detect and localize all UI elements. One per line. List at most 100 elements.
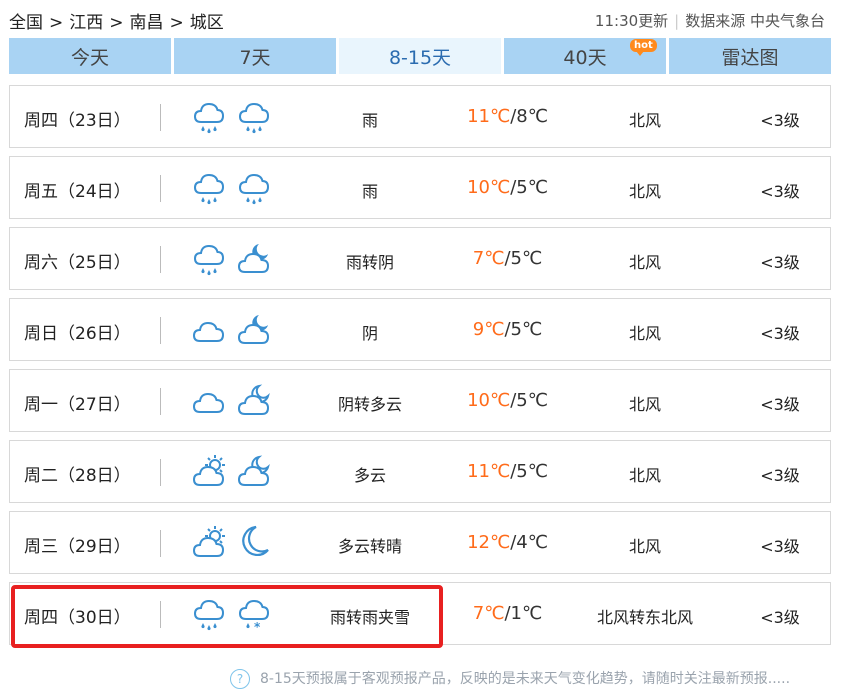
footnote: ? 8-15天预报属于客观预报产品，反映的是未来天气变化趋势，请随时关注最新预报.… bbox=[230, 668, 790, 689]
low-temperature: /8℃ bbox=[510, 106, 548, 127]
sleet-cloud-icon: * bbox=[238, 599, 270, 633]
data-source: 数据来源 中央气象台 bbox=[685, 12, 825, 30]
forecast-wind: 北风转东北风 bbox=[596, 608, 693, 627]
crescent-moon-icon bbox=[242, 525, 269, 557]
partly-cloudy-day-icon bbox=[192, 455, 225, 486]
divider bbox=[160, 317, 161, 344]
low-temperature: /5℃ bbox=[504, 319, 543, 340]
weather-icons bbox=[192, 524, 278, 564]
forecast-row[interactable]: 周一（27日） 阴转多云 10℃/5℃ 北风 <3级 bbox=[9, 369, 831, 432]
divider bbox=[160, 104, 161, 131]
breadcrumb-item-city[interactable]: 南昌 bbox=[130, 13, 164, 33]
rain-cloud-icon bbox=[238, 173, 270, 205]
high-temperature: 9℃ bbox=[472, 319, 505, 340]
rain-cloud-icon bbox=[193, 173, 225, 205]
forecast-row[interactable]: 周三（29日） 多云转晴 12℃/4℃ 北风 <3级 bbox=[9, 511, 831, 574]
forecast-wind-level: <3级 bbox=[760, 253, 800, 272]
forecast-temperature: 10℃/5℃ bbox=[440, 390, 575, 411]
high-temperature: 11℃ bbox=[467, 461, 511, 482]
forecast-wind: 北风 bbox=[628, 182, 661, 201]
weather-icons bbox=[192, 453, 278, 493]
breadcrumb-separator: > bbox=[109, 13, 124, 33]
partly-cloudy-night-icon bbox=[237, 384, 270, 415]
forecast-row[interactable]: 周六（25日） 雨转阴 7℃/5℃ 北风 <3级 bbox=[9, 227, 831, 290]
forecast-wind: 北风 bbox=[628, 111, 661, 130]
weather-icons bbox=[192, 382, 278, 422]
partly-cloudy-night-icon bbox=[237, 455, 270, 486]
forecast-temperature: 11℃/5℃ bbox=[440, 461, 575, 482]
high-temperature: 7℃ bbox=[472, 603, 505, 624]
breadcrumb-item-district: 城区 bbox=[189, 13, 224, 33]
forecast-date: 周二（28日） bbox=[24, 466, 131, 486]
weather-icons bbox=[192, 240, 278, 280]
forecast-row[interactable]: 周四（23日） 雨 11℃/8℃ 北风 <3级 bbox=[9, 85, 831, 148]
low-temperature: /5℃ bbox=[510, 461, 548, 482]
cloud-moon-icon bbox=[237, 315, 270, 344]
tab-7-days[interactable]: 7天 bbox=[174, 38, 336, 74]
tab-40-days[interactable]: 40天 hot bbox=[504, 38, 666, 74]
high-temperature: 7℃ bbox=[472, 248, 505, 269]
update-time: 11:30更新 bbox=[594, 12, 669, 30]
breadcrumb-item-province[interactable]: 江西 bbox=[69, 13, 103, 33]
weather-icons bbox=[192, 98, 278, 138]
tab-today[interactable]: 今天 bbox=[9, 38, 171, 74]
forecast-date: 周六（25日） bbox=[24, 253, 131, 273]
divider: | bbox=[674, 12, 680, 30]
forecast-temperature: 12℃/4℃ bbox=[440, 532, 575, 553]
forecast-list: 周四（23日） 雨 11℃/8℃ 北风 <3级 周五（24日） 雨 10℃/5℃… bbox=[9, 85, 831, 653]
forecast-condition: 阴 bbox=[361, 324, 378, 343]
tab-radar[interactable]: 雷达图 bbox=[669, 38, 831, 74]
forecast-wind-level: <3级 bbox=[760, 395, 800, 414]
forecast-condition: 雨转阴 bbox=[345, 253, 394, 272]
tab-8-15-days[interactable]: 8-15天 bbox=[339, 38, 501, 74]
low-temperature: /4℃ bbox=[510, 532, 548, 553]
question-icon[interactable]: ? bbox=[230, 669, 250, 689]
forecast-wind: 北风 bbox=[628, 324, 661, 343]
forecast-wind: 北风 bbox=[628, 466, 661, 485]
low-temperature: /5℃ bbox=[510, 390, 548, 411]
forecast-temperature: 10℃/5℃ bbox=[440, 177, 575, 198]
cloud-icon bbox=[192, 392, 225, 413]
forecast-temperature: 7℃/1℃ bbox=[440, 603, 575, 624]
forecast-date: 周四（30日） bbox=[24, 608, 131, 628]
forecast-condition: 阴转多云 bbox=[337, 395, 402, 414]
forecast-date: 周日（26日） bbox=[24, 324, 131, 344]
forecast-tabs: 今天 7天 8-15天 40天 hot 雷达图 bbox=[9, 38, 831, 74]
divider bbox=[160, 530, 161, 557]
forecast-condition: 雨转雨夹雪 bbox=[329, 608, 410, 627]
forecast-condition: 雨 bbox=[361, 111, 378, 130]
breadcrumb: 全国 > 江西 > 南昌 > 城区 bbox=[9, 8, 224, 33]
high-temperature: 10℃ bbox=[467, 390, 511, 411]
hot-badge: hot bbox=[630, 39, 657, 56]
forecast-temperature: 11℃/8℃ bbox=[440, 106, 575, 127]
breadcrumb-item-country[interactable]: 全国 bbox=[9, 13, 43, 33]
divider bbox=[160, 246, 161, 273]
breadcrumb-separator: > bbox=[169, 13, 184, 33]
footnote-text: 8-15天预报属于客观预报产品，反映的是未来天气变化趋势，请随时关注最新预报..… bbox=[260, 671, 791, 687]
low-temperature: /5℃ bbox=[504, 248, 543, 269]
divider bbox=[160, 175, 161, 202]
forecast-wind: 北风 bbox=[628, 253, 661, 272]
cloud-moon-icon bbox=[237, 244, 270, 273]
high-temperature: 12℃ bbox=[467, 532, 511, 553]
top-bar: 全国 > 江西 > 南昌 > 城区 11:30更新 | 数据来源 中央气象台 bbox=[9, 0, 835, 38]
forecast-temperature: 9℃/5℃ bbox=[440, 319, 575, 340]
tab-40-days-label: 40天 bbox=[563, 47, 607, 69]
divider bbox=[160, 388, 161, 415]
forecast-temperature: 7℃/5℃ bbox=[440, 248, 575, 269]
high-temperature: 11℃ bbox=[467, 106, 511, 127]
low-temperature: /5℃ bbox=[510, 177, 548, 198]
rain-cloud-icon bbox=[238, 102, 270, 134]
forecast-date: 周四（23日） bbox=[24, 111, 131, 131]
forecast-row[interactable]: 周四（30日） * 雨转雨夹雪 7℃/1℃ 北风转东北风 <3级 bbox=[9, 582, 831, 645]
forecast-wind: 北风 bbox=[628, 537, 661, 556]
update-info: 11:30更新 | 数据来源 中央气象台 bbox=[595, 10, 825, 31]
partly-cloudy-day-icon bbox=[192, 526, 225, 557]
forecast-row[interactable]: 周二（28日） 多云 11℃/5℃ 北风 <3级 bbox=[9, 440, 831, 503]
forecast-row[interactable]: 周五（24日） 雨 10℃/5℃ 北风 <3级 bbox=[9, 156, 831, 219]
divider bbox=[160, 459, 161, 486]
cloud-icon bbox=[192, 321, 225, 342]
forecast-date: 周五（24日） bbox=[24, 182, 131, 202]
forecast-row[interactable]: 周日（26日） 阴 9℃/5℃ 北风 <3级 bbox=[9, 298, 831, 361]
forecast-wind-level: <3级 bbox=[760, 466, 800, 485]
